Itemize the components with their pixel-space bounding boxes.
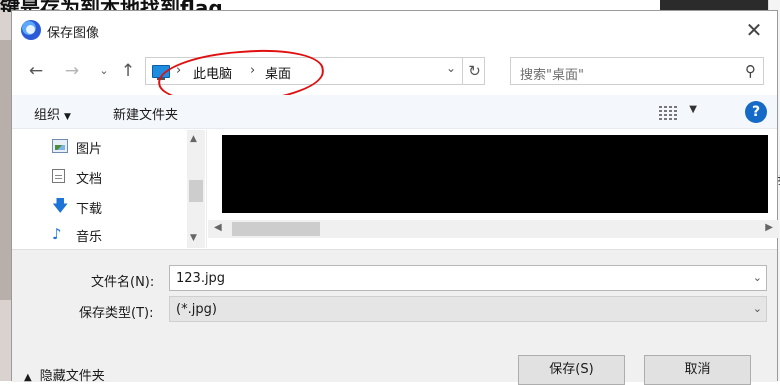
search-icon[interactable]: ⚲ [745, 62, 756, 80]
address-dropdown-icon[interactable]: ⌄ [446, 61, 456, 75]
scroll-thumb[interactable] [189, 180, 203, 202]
scroll-right-icon[interactable]: ▶ [765, 222, 773, 233]
filetype-value[interactable]: (*.jpg) [176, 302, 217, 317]
caret-up-icon: ▲ [24, 372, 32, 383]
download-icon: 🡇 [52, 196, 69, 215]
arrow-right-icon: → [64, 61, 80, 81]
filename-value[interactable]: 123.jpg [176, 271, 225, 286]
dialog-title: 保存图像 [47, 26, 100, 41]
sidebar-scrollbar[interactable]: ▲ ▼ [187, 130, 205, 248]
sidebar-item-label: 文档 [76, 172, 103, 187]
help-icon[interactable]: ? [745, 101, 767, 123]
toolbar: 组织 ▼ 新建文件夹 ▼ ? [12, 95, 777, 129]
filetype-label: 保存类型(T): [79, 306, 154, 321]
sidebar-item-label: 音乐 [76, 230, 103, 245]
sidebar-item-label: 图片 [76, 142, 103, 157]
close-button[interactable]: ✕ [741, 17, 767, 43]
organize-menu[interactable]: 组织 ▼ [34, 104, 71, 123]
filetype-select[interactable]: (*.jpg) ⌄ [169, 296, 767, 322]
up-button[interactable]: ↑ [116, 59, 140, 83]
hide-folders-toggle[interactable]: ▲ 隐藏文件夹 [24, 365, 105, 384]
horizontal-scrollbar[interactable]: ◀ ▶ [208, 220, 779, 238]
firefox-icon [21, 20, 41, 40]
documents-icon [52, 169, 65, 183]
view-options-icon[interactable] [659, 104, 679, 120]
sidebar-item-label: 下载 [76, 202, 103, 217]
scroll-left-icon[interactable]: ◀ [214, 222, 222, 233]
arrow-up-icon: ↑ [120, 61, 136, 81]
arrow-left-icon: ← [28, 61, 44, 81]
view-caret-icon[interactable]: ▼ [689, 104, 697, 115]
navigation-bar: ← → ⌄ ↑ › 此电脑 › 桌面 ⌄ ↻ 搜索"桌面" ⚲ [12, 53, 777, 89]
filename-label: 文件名(N): [91, 275, 155, 290]
save-form: 文件名(N): 123.jpg ⌄ 保存类型(T): (*.jpg) ⌄ ▲ 隐藏… [12, 249, 777, 385]
scroll-down-icon[interactable]: ▼ [190, 233, 197, 243]
scroll-thumb[interactable] [232, 222, 320, 236]
title-bar: 保存图像 ✕ [12, 11, 777, 49]
content-area: 图片 文档 🡇 下载 ♪ 音乐 ▲ ▼ ◀ ▶ [12, 130, 779, 248]
recent-locations-button[interactable]: ⌄ [92, 59, 116, 83]
filename-field[interactable]: 123.jpg ⌄ [169, 265, 767, 291]
navigation-pane: 图片 文档 🡇 下载 ♪ 音乐 ▲ ▼ [12, 130, 207, 248]
organize-label: 组织 [34, 108, 61, 123]
search-box[interactable]: 搜索"桌面" ⚲ [510, 57, 764, 85]
scroll-up-icon[interactable]: ▲ [190, 134, 197, 144]
save-image-dialog: 保存图像 ✕ ← → ⌄ ↑ › 此电脑 › 桌面 ⌄ ↻ 搜索"桌面" ⚲ 组… [11, 10, 779, 385]
file-list[interactable]: ◀ ▶ [208, 130, 779, 248]
chevron-down-icon[interactable]: ⌄ [753, 271, 762, 284]
music-icon: ♪ [52, 225, 62, 243]
background-dark-strip [660, 0, 780, 10]
back-button[interactable]: ← [24, 59, 48, 83]
forward-button[interactable]: → [60, 59, 84, 83]
caret-down-icon: ▼ [64, 112, 71, 122]
new-folder-button[interactable]: 新建文件夹 [113, 104, 178, 123]
hide-folders-label: 隐藏文件夹 [39, 369, 105, 384]
chevron-down-icon[interactable]: ⌄ [753, 302, 762, 315]
refresh-icon[interactable]: ↻ [462, 58, 486, 84]
redacted-region [222, 135, 768, 213]
pictures-icon [52, 139, 68, 153]
chevron-down-icon: ⌄ [99, 64, 109, 77]
search-input[interactable]: 搜索"桌面" [520, 64, 584, 83]
